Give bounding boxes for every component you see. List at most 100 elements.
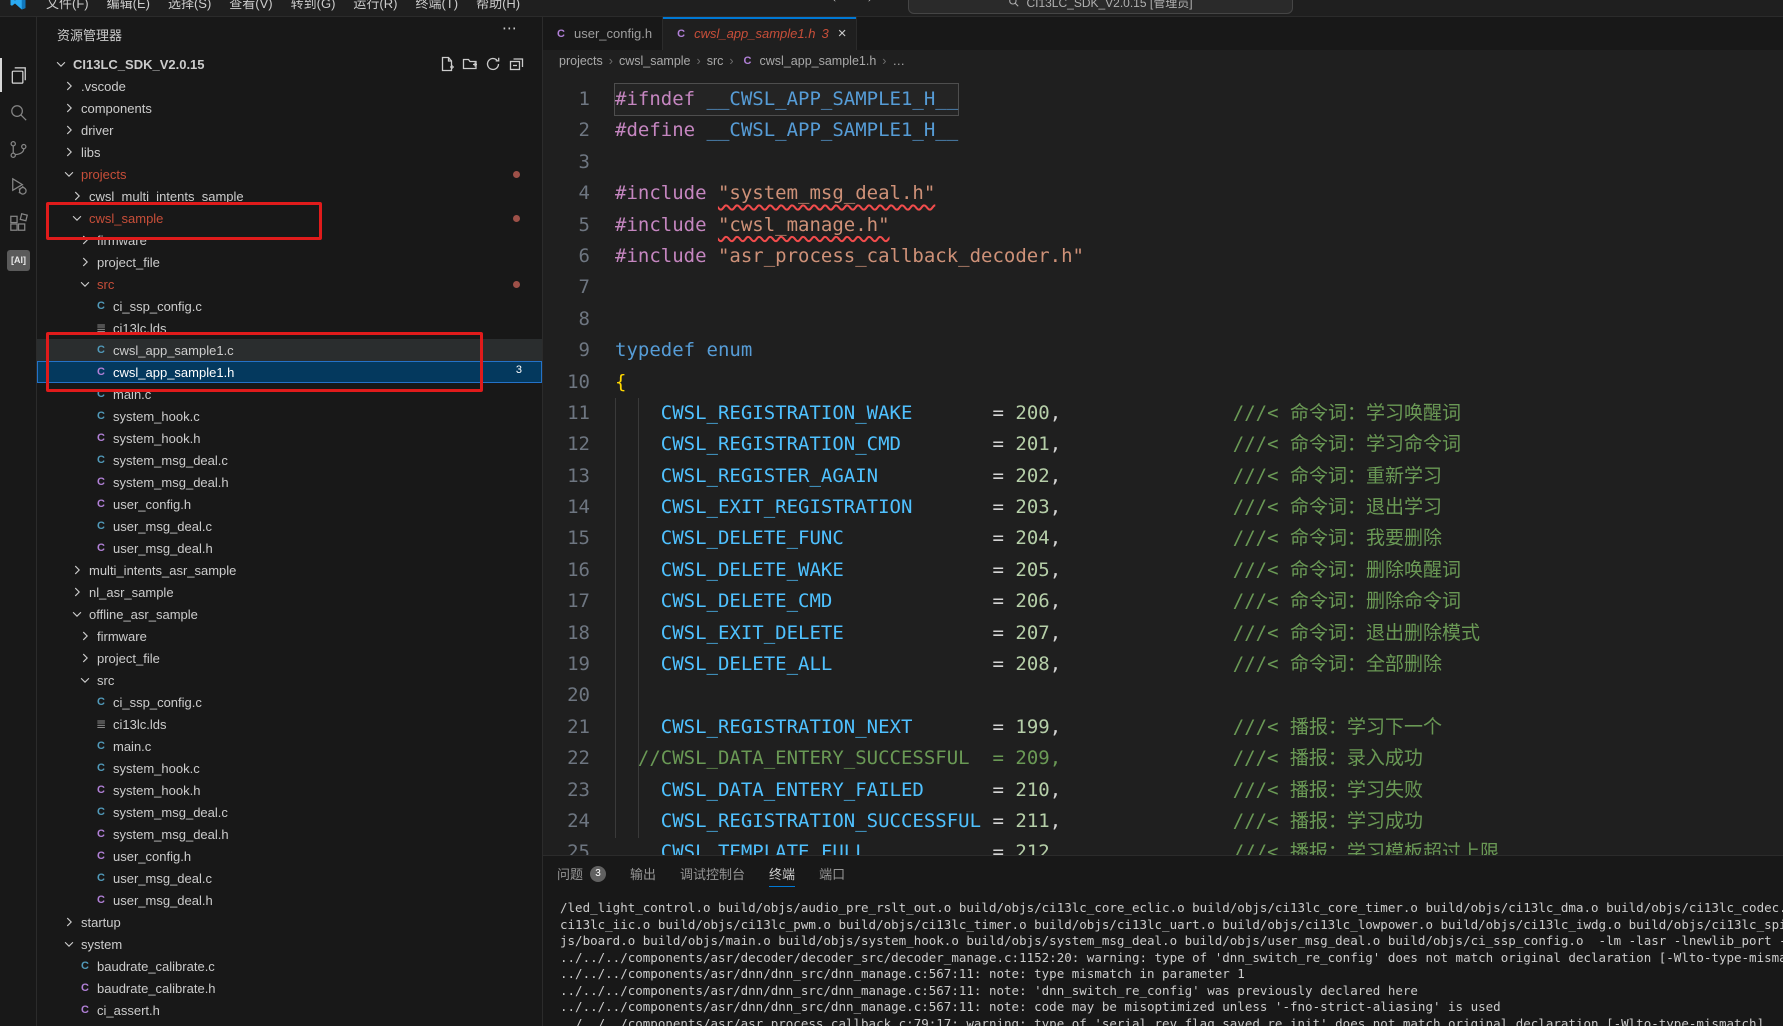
panel-tab-终端[interactable]: 终端 (769, 856, 795, 891)
collapse-all-icon[interactable] (508, 56, 524, 75)
tree-folder-src[interactable]: src (37, 273, 542, 295)
panel-tab-输出[interactable]: 输出 (630, 856, 656, 891)
tree-file-system_msg_deal.c[interactable]: Csystem_msg_deal.c (37, 449, 542, 471)
tree-file-ci_assert.h[interactable]: Cci_assert.h (37, 999, 542, 1021)
nav-forward-icon[interactable]: → (859, 0, 874, 6)
chevron-down-icon[interactable] (69, 210, 85, 226)
panel-tab-问题[interactable]: 问题3 (557, 856, 606, 891)
panel-tab-调试控制台[interactable]: 调试控制台 (680, 856, 745, 891)
tree-file-main.c[interactable]: Cmain.c (37, 383, 542, 405)
explorer-icon[interactable] (0, 58, 37, 92)
breadcrumb-item[interactable]: projects (559, 54, 603, 68)
tree-file-system_hook.c[interactable]: Csystem_hook.c (37, 405, 542, 427)
menu-item[interactable]: 终端(T) (406, 0, 467, 16)
breadcrumb-item[interactable]: ›… (876, 54, 905, 68)
chevron-down-icon[interactable] (77, 672, 93, 688)
tree-file-user_config.h[interactable]: Cuser_config.h (37, 493, 542, 515)
tree-folder-driver[interactable]: driver (37, 119, 542, 141)
chevron-right-icon[interactable] (77, 650, 93, 666)
tree-file-cwsl_app_sample1.h[interactable]: Ccwsl_app_sample1.h3 (37, 361, 542, 383)
breadcrumb-item[interactable]: ›Ccwsl_app_sample1.h (723, 54, 876, 68)
chevron-down-icon[interactable] (77, 276, 93, 292)
menu-item[interactable]: 帮助(H) (467, 0, 529, 16)
source-control-icon[interactable] (0, 132, 37, 166)
tree-file-ci13lc.lds[interactable]: ≣ci13lc.lds (37, 713, 542, 735)
search-icon[interactable] (0, 95, 37, 129)
run-debug-icon[interactable] (0, 169, 37, 203)
panel-tab-端口[interactable]: 端口 (819, 856, 845, 891)
chevron-right-icon[interactable] (61, 100, 77, 116)
tree-file-baudrate_calibrate.c[interactable]: Cbaudrate_calibrate.c (37, 955, 542, 977)
tree-folder-multi_intents_asr_sample[interactable]: multi_intents_asr_sample (37, 559, 542, 581)
chevron-right-icon[interactable] (69, 188, 85, 204)
extensions-icon[interactable] (0, 206, 37, 240)
tree-file-baudrate_calibrate.h[interactable]: Cbaudrate_calibrate.h (37, 977, 542, 999)
tree-file-system_hook.c[interactable]: Csystem_hook.c (37, 757, 542, 779)
tree-folder-src[interactable]: src (37, 669, 542, 691)
breadcrumb-item[interactable]: ›cwsl_sample (603, 54, 691, 68)
tree-folder-nl_asr_sample[interactable]: nl_asr_sample (37, 581, 542, 603)
nav-back-icon[interactable]: ← (830, 0, 845, 6)
chevron-right-icon[interactable] (69, 584, 85, 600)
chevron-down-icon[interactable] (69, 606, 85, 622)
chevron-right-icon[interactable] (61, 78, 77, 94)
chevron-down-icon[interactable] (61, 166, 77, 182)
tree-folder-firmware[interactable]: firmware (37, 625, 542, 647)
tree-folder-projects[interactable]: projects (37, 163, 542, 185)
terminal-output[interactable]: /led_light_control.o build/objs/audio_pr… (560, 900, 1783, 1026)
tree-file-system_hook.h[interactable]: Csystem_hook.h (37, 779, 542, 801)
tree-file-main.c[interactable]: Cmain.c (37, 735, 542, 757)
tree-folder-CI13LC_SDK_V2.0.15[interactable]: CI13LC_SDK_V2.0.15 (37, 53, 542, 75)
chevron-right-icon[interactable] (77, 628, 93, 644)
editor-tab-user_config.h[interactable]: Cuser_config.h (543, 17, 663, 50)
new-file-icon[interactable] (439, 56, 455, 75)
tree-file-system_msg_deal.c[interactable]: Csystem_msg_deal.c (37, 801, 542, 823)
tree-file-ci13lc.lds[interactable]: ≣ci13lc.lds (37, 317, 542, 339)
tree-file-user_msg_deal.c[interactable]: Cuser_msg_deal.c (37, 867, 542, 889)
code-editor[interactable]: 1#ifndef __CWSL_APP_SAMPLE1_H__2#define … (543, 72, 1783, 855)
tree-file-system_msg_deal.h[interactable]: Csystem_msg_deal.h (37, 471, 542, 493)
tree-folder-startup[interactable]: startup (37, 911, 542, 933)
menu-item[interactable]: 选择(S) (159, 0, 220, 16)
tree-file-system_hook.h[interactable]: Csystem_hook.h (37, 427, 542, 449)
tree-folder-system[interactable]: system (37, 933, 542, 955)
ai-tool-icon[interactable]: [AI] (0, 243, 37, 277)
chevron-right-icon[interactable] (61, 122, 77, 138)
breadcrumb-item[interactable]: ›src (691, 54, 724, 68)
command-center-search[interactable]: CI13LC_SDK_V2.0.15 [管理员] (908, 0, 1293, 14)
more-actions-icon[interactable]: ⋯ (502, 19, 518, 37)
tree-folder-firmware[interactable]: firmware (37, 229, 542, 251)
tree-file-ci_ssp_config.c[interactable]: Cci_ssp_config.c (37, 691, 542, 713)
chevron-right-icon[interactable] (77, 232, 93, 248)
tree-file-user_msg_deal.h[interactable]: Cuser_msg_deal.h (37, 537, 542, 559)
tree-folder-.vscode[interactable]: .vscode (37, 75, 542, 97)
chevron-down-icon[interactable] (61, 936, 77, 952)
tree-file-user_msg_deal.c[interactable]: Cuser_msg_deal.c (37, 515, 542, 537)
menu-item[interactable]: 运行(R) (344, 0, 406, 16)
tree-folder-cwsl_multi_intents_sample[interactable]: cwsl_multi_intents_sample (37, 185, 542, 207)
menu-item[interactable]: 文件(F) (37, 0, 98, 16)
tree-file-user_config.h[interactable]: Cuser_config.h (37, 845, 542, 867)
tree-file-cwsl_app_sample1.c[interactable]: Ccwsl_app_sample1.c (37, 339, 542, 361)
tree-file-ci_ssp_config.c[interactable]: Cci_ssp_config.c (37, 295, 542, 317)
menu-item[interactable]: 转到(G) (282, 0, 345, 16)
chevron-right-icon[interactable] (61, 144, 77, 160)
tree-folder-project_file[interactable]: project_file (37, 251, 542, 273)
new-folder-icon[interactable] (462, 56, 478, 75)
editor-tab-cwsl_app_sample1.h[interactable]: Ccwsl_app_sample1.h3× (663, 17, 857, 50)
close-icon[interactable]: × (838, 25, 847, 42)
tree-folder-project_file[interactable]: project_file (37, 647, 542, 669)
tree-folder-components[interactable]: components (37, 97, 542, 119)
chevron-right-icon[interactable] (61, 914, 77, 930)
menu-item[interactable]: 查看(V) (220, 0, 281, 16)
tree-folder-libs[interactable]: libs (37, 141, 542, 163)
chevron-right-icon[interactable] (69, 562, 85, 578)
menu-item[interactable]: 编辑(E) (98, 0, 159, 16)
refresh-icon[interactable] (485, 56, 501, 75)
tree-folder-offline_asr_sample[interactable]: offline_asr_sample (37, 603, 542, 625)
chevron-right-icon[interactable] (77, 254, 93, 270)
tree-file-user_msg_deal.h[interactable]: Cuser_msg_deal.h (37, 889, 542, 911)
chevron-down-icon[interactable] (53, 56, 69, 72)
tree-folder-cwsl_sample[interactable]: cwsl_sample (37, 207, 542, 229)
tree-file-system_msg_deal.h[interactable]: Csystem_msg_deal.h (37, 823, 542, 845)
